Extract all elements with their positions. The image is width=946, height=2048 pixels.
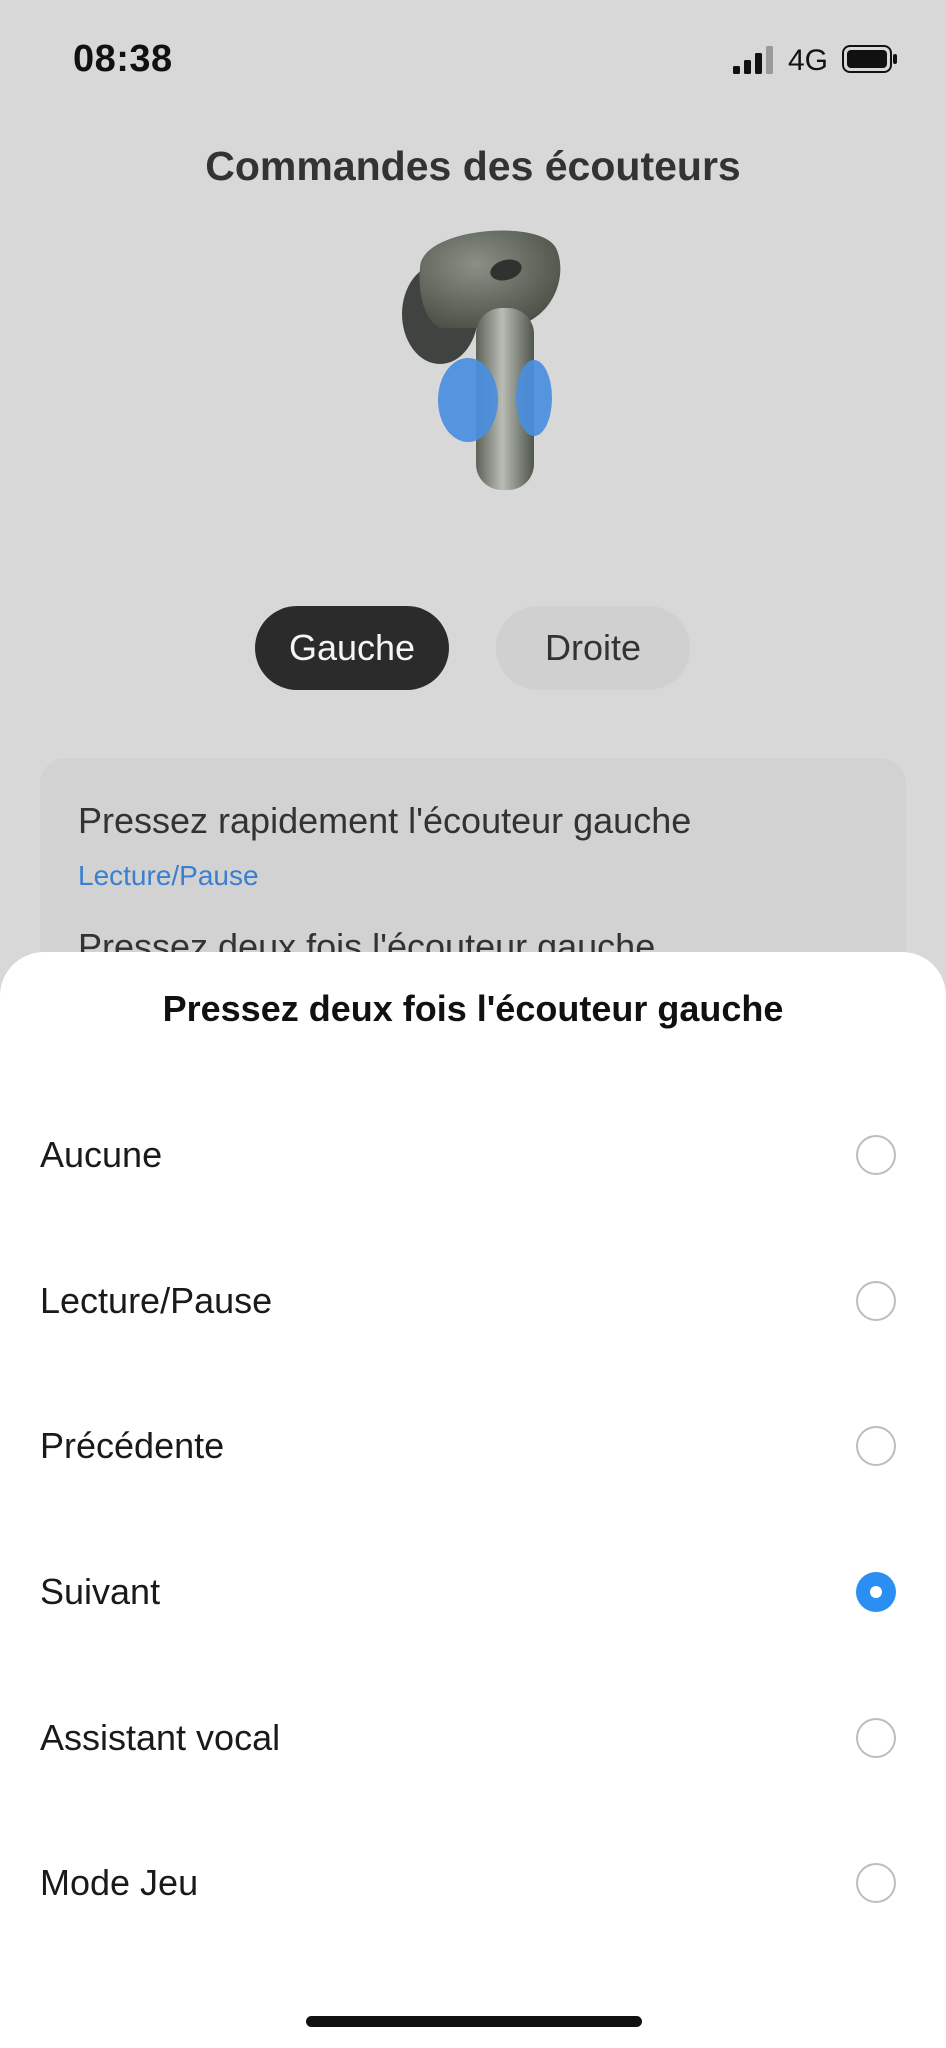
tab-left-earbud[interactable]: Gauche: [255, 606, 449, 690]
status-time: 08:38: [73, 38, 173, 80]
bottom-sheet: Pressez deux fois l'écouteur gauche Aucu…: [0, 952, 946, 2048]
option-mode-jeu[interactable]: Mode Jeu: [0, 1810, 946, 1956]
option-label: Aucune: [40, 1134, 163, 1175]
option-label: Lecture/Pause: [40, 1280, 273, 1321]
option-label: Suivant: [40, 1571, 161, 1612]
sheet-title: Pressez deux fois l'écouteur gauche: [162, 988, 784, 1029]
option-label: Mode Jeu: [40, 1862, 199, 1903]
status-bar: 08:38 4G: [0, 0, 946, 120]
option-label: Assistant vocal: [40, 1717, 281, 1758]
single-press-value: Lecture/Pause: [78, 860, 259, 891]
option-aucune[interactable]: Aucune: [0, 1082, 946, 1228]
radio-button[interactable]: [856, 1863, 896, 1903]
side-toggle: Gauche Droite: [0, 606, 946, 690]
option-assistant-vocal[interactable]: Assistant vocal: [0, 1665, 946, 1811]
radio-button[interactable]: [856, 1718, 896, 1758]
option-precedente[interactable]: Précédente: [0, 1373, 946, 1519]
radio-button[interactable]: [856, 1426, 896, 1466]
option-lecture-pause[interactable]: Lecture/Pause: [0, 1228, 946, 1374]
radio-button[interactable]: [856, 1281, 896, 1321]
earbud-image: [402, 230, 561, 490]
tab-right-earbud[interactable]: Droite: [496, 606, 690, 690]
radio-button[interactable]: [856, 1135, 896, 1175]
battery-icon: [842, 45, 897, 73]
page-title: Commandes des écouteurs: [205, 143, 741, 189]
network-type: 4G: [788, 44, 829, 77]
radio-button-selected[interactable]: [856, 1572, 896, 1612]
option-suivant[interactable]: Suivant: [0, 1519, 946, 1665]
signal-icon: [733, 46, 773, 74]
single-press-title[interactable]: Pressez rapidement l'écouteur gauche: [78, 800, 691, 842]
home-indicator[interactable]: [306, 2016, 642, 2027]
option-label: Précédente: [40, 1425, 225, 1466]
